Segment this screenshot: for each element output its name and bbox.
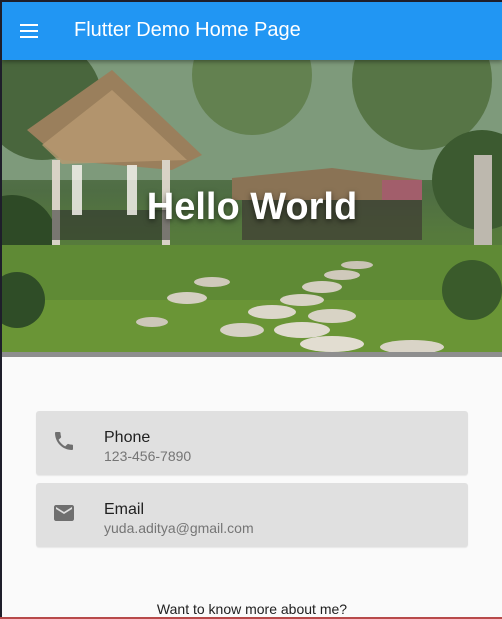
- phone-card[interactable]: Phone 123-456-7890: [36, 411, 468, 475]
- more-about-me-text: Want to know more about me?: [156, 601, 348, 617]
- app-window: Flutter Demo Home Page Hello World Phone…: [2, 2, 502, 617]
- phone-icon: [55, 432, 73, 450]
- email-title: Email: [104, 501, 145, 518]
- email-card[interactable]: Email yuda.aditya@gmail.com: [36, 483, 468, 547]
- app-bar: Flutter Demo Home Page: [2, 2, 502, 60]
- menu-icon[interactable]: [18, 19, 42, 43]
- page-title: Flutter Demo Home Page: [74, 19, 301, 41]
- email-icon: [54, 505, 74, 521]
- phone-title: Phone: [104, 429, 151, 446]
- hero-title: Hello World: [146, 186, 358, 228]
- hero-image: Hello World: [2, 60, 502, 352]
- phone-number: 123-456-7890: [104, 448, 192, 464]
- email-address: yuda.aditya@gmail.com: [104, 520, 254, 536]
- hero-divider: [2, 352, 502, 357]
